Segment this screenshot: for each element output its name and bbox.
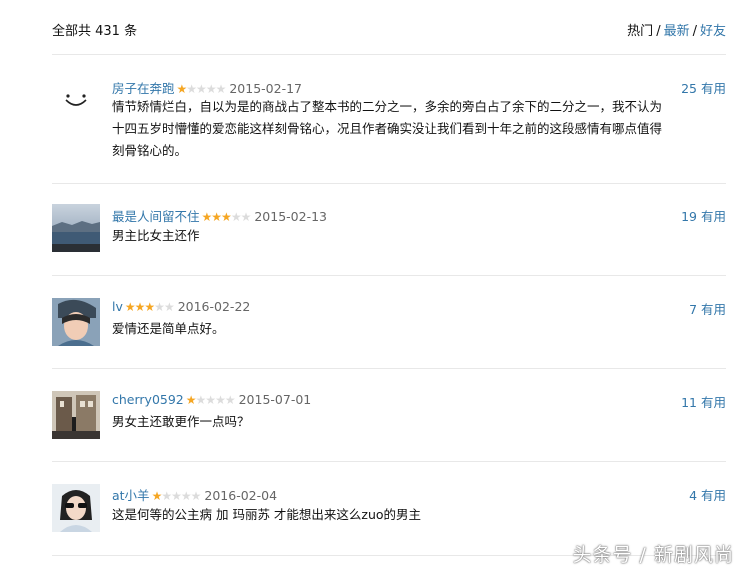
star-filled-icon: ★ xyxy=(201,210,213,224)
star-empty-icon: ★ xyxy=(195,393,207,407)
comment-date: 2015-02-13 xyxy=(254,209,327,224)
star-empty-icon: ★ xyxy=(215,82,227,96)
comment-meta: at小羊 ★★★★★ 2016-02-04 xyxy=(112,485,277,504)
star-empty-icon: ★ xyxy=(205,393,216,407)
star-filled-icon: ★ xyxy=(176,82,188,96)
useful-vote-button[interactable]: 11 有用 xyxy=(681,392,726,411)
star-empty-icon: ★ xyxy=(161,489,172,503)
comment-item: 最是人间留不住 ★★★★★ 2015-02-13 19 有用 男主比女主还作 xyxy=(52,184,726,276)
sort-separator: / xyxy=(692,24,697,39)
sort-latest-link[interactable]: 最新 xyxy=(664,24,690,39)
comment-date: 2015-07-01 xyxy=(238,392,312,407)
comment-username[interactable]: lv xyxy=(112,299,123,314)
comment-date: 2016-02-22 xyxy=(177,299,251,314)
watermark: 头条号 / 新剧风尚 xyxy=(572,544,734,566)
rating-stars: ★★★★★ xyxy=(124,300,175,314)
rating-stars: ★★★★★ xyxy=(185,393,236,407)
comment-list: 房子在奔跑 ★★★★★ 2015-02-17 25 有用 情节矫情烂白，自以为是的商… xyxy=(52,54,726,556)
rating-stars: ★★★★★ xyxy=(151,489,202,503)
star-empty-icon: ★ xyxy=(240,210,252,224)
comment-text: 爱情还是简单点好。 xyxy=(112,321,225,336)
star-empty-icon: ★ xyxy=(171,489,182,503)
useful-vote-button[interactable]: 25 有用 xyxy=(681,78,726,97)
star-filled-icon: ★ xyxy=(124,300,136,314)
comment-username[interactable]: at小羊 xyxy=(112,488,150,503)
star-filled-icon: ★ xyxy=(211,210,222,224)
portrait-photo-icon xyxy=(52,484,100,532)
star-empty-icon: ★ xyxy=(163,300,175,314)
comment-meta: 最是人间留不住 ★★★★★ 2015-02-13 xyxy=(112,206,327,225)
star-empty-icon: ★ xyxy=(224,393,236,407)
total-count: 全部共 431 条 xyxy=(52,24,138,39)
sunglasses-girl-avatar[interactable] xyxy=(52,484,100,532)
comment-text: 情节矫情烂白，自以为是的商战占了整本书的二分之一，多余的旁白占了余下的二分之一，… xyxy=(112,99,663,158)
useful-vote-button[interactable]: 7 有用 xyxy=(689,299,726,318)
smiley-avatar[interactable] xyxy=(52,76,100,124)
comment-username[interactable]: 最是人间留不住 xyxy=(112,209,200,224)
useful-vote-button[interactable]: 4 有用 xyxy=(689,485,726,504)
girl-portrait-avatar[interactable] xyxy=(52,298,100,346)
comment-username[interactable]: 房子在奔跑 xyxy=(112,81,175,96)
comment-date: 2016-02-04 xyxy=(204,488,278,503)
star-filled-icon: ★ xyxy=(151,489,163,503)
lake-landscape-avatar[interactable] xyxy=(52,204,100,252)
street-scene-avatar[interactable] xyxy=(52,391,100,439)
portrait-photo-icon xyxy=(52,298,100,346)
useful-vote-button[interactable]: 19 有用 xyxy=(681,206,726,225)
street-photo-icon xyxy=(52,391,100,439)
smiley-icon xyxy=(52,76,100,124)
comment-item: lv ★★★★★ 2016-02-22 7 有用 爱情还是简单点好。 xyxy=(52,276,726,369)
sort-hot-link[interactable]: 热门 xyxy=(627,24,653,39)
star-empty-icon: ★ xyxy=(180,489,192,503)
star-filled-icon: ★ xyxy=(134,300,146,314)
sort-separator: / xyxy=(656,24,661,39)
comment-meta: lv ★★★★★ 2016-02-22 xyxy=(112,299,250,314)
star-empty-icon: ★ xyxy=(205,82,217,96)
comment-meta: 房子在奔跑 ★★★★★ 2015-02-17 xyxy=(112,78,302,97)
star-empty-icon: ★ xyxy=(190,489,202,503)
star-empty-icon: ★ xyxy=(196,82,207,96)
comments-header: 全部共 431 条 热门 / 最新 / 好友 xyxy=(52,0,726,55)
landscape-photo-icon xyxy=(52,204,100,252)
comment-text: 男女主还敢更作一点吗？ xyxy=(112,414,250,429)
comment-text: 这是何等的公主病 加 玛丽苏 才能想出来这么zuo的男主 xyxy=(112,507,422,522)
comment-username[interactable]: cherry0592 xyxy=(112,392,184,407)
star-filled-icon: ★ xyxy=(185,393,197,407)
rating-stars: ★★★★★ xyxy=(201,210,252,224)
comment-item: cherry0592 ★★★★★ 2015-07-01 11 有用 男女主还敢更作一… xyxy=(52,369,726,462)
star-empty-icon: ★ xyxy=(215,393,226,407)
star-empty-icon: ★ xyxy=(230,210,242,224)
comment-date: 2015-02-17 xyxy=(229,81,302,96)
comment-text: 男主比女主还作 xyxy=(112,228,200,243)
comment-item: 房子在奔跑 ★★★★★ 2015-02-17 25 有用 情节矫情烂白，自以为是的商… xyxy=(52,54,726,184)
star-empty-icon: ★ xyxy=(154,300,165,314)
sort-options: 热门 / 最新 / 好友 xyxy=(627,20,726,39)
rating-stars: ★★★★★ xyxy=(176,82,227,96)
sort-friends-link[interactable]: 好友 xyxy=(700,24,726,39)
star-filled-icon: ★ xyxy=(221,210,232,224)
comment-meta: cherry0592 ★★★★★ 2015-07-01 xyxy=(112,392,311,407)
star-filled-icon: ★ xyxy=(144,300,155,314)
star-empty-icon: ★ xyxy=(186,82,197,96)
